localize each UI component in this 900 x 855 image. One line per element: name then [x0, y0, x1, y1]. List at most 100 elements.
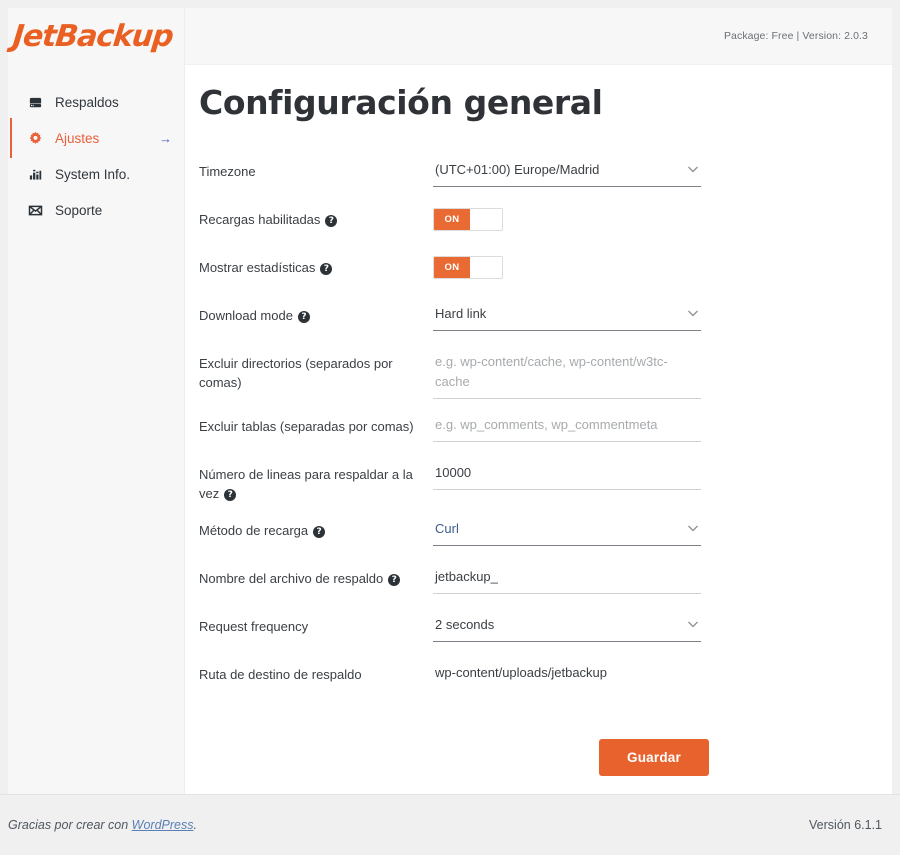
page-title: Configuración general — [199, 83, 603, 122]
jetbackup-logo: JetBackup — [11, 19, 175, 54]
field-label: Download mode? — [199, 302, 433, 325]
save-button[interactable]: Guardar — [599, 739, 709, 776]
help-icon[interactable]: ? — [325, 215, 338, 227]
gear-icon — [28, 131, 50, 146]
field-control: wp-content/uploads/jetbackup — [433, 661, 709, 689]
field-control: jetbackup_ — [433, 565, 709, 594]
package-version-info: Package: Free | Version: 2.0.3 — [723, 30, 868, 42]
settings-form: Timezone (UTC+01:00) Europe/Madrid Recar… — [199, 158, 709, 695]
brand-logo-area: JetBackup — [8, 8, 184, 65]
field-label: Request frequency — [199, 613, 433, 636]
timezone-select[interactable]: (UTC+01:00) Europe/Madrid — [433, 158, 701, 187]
sidebar-item-label: System Info. — [55, 166, 131, 182]
content-area: Package: Free | Version: 2.0.3 Configura… — [185, 8, 892, 794]
field-label: Nombre del archivo de respaldo? — [199, 565, 433, 588]
nombre-del-archivo-input[interactable]: jetbackup_ — [433, 565, 701, 594]
field-control: e.g. wp_comments, wp_commentmeta — [433, 413, 709, 442]
field-label: Excluir directorios (separados por comas… — [199, 350, 433, 392]
footer-credit-prefix: Gracias por crear con — [8, 818, 132, 832]
hard-drive-icon — [28, 95, 50, 110]
excluir-tablas-input[interactable]: e.g. wp_comments, wp_commentmeta — [433, 413, 701, 442]
chevron-down-icon — [685, 161, 701, 177]
label-text: Excluir directorios (separados por comas… — [199, 356, 393, 390]
help-icon[interactable]: ? — [297, 311, 310, 323]
help-icon[interactable]: ? — [224, 489, 237, 501]
download-mode-select[interactable]: Hard link — [433, 302, 701, 331]
field-control: 10000 — [433, 461, 709, 490]
field-row-nombre-del-archivo: Nombre del archivo de respaldo? jetbacku… — [199, 565, 709, 599]
sidebar-item-label: Respaldos — [55, 94, 119, 110]
footer-credit-suffix: . — [193, 818, 197, 832]
bar-chart-icon — [28, 167, 50, 182]
sidebar-item-respaldos[interactable]: Respaldos — [8, 84, 184, 120]
main-card: JetBackup Respaldos Ajustes → System Inf… — [8, 8, 892, 794]
settings-panel: Configuración general Timezone (UTC+01:0… — [185, 65, 892, 776]
field-label: Excluir tablas (separadas por comas) — [199, 413, 433, 436]
field-label: Ruta de destino de respaldo — [199, 661, 433, 684]
request-frequency-value: 2 seconds — [435, 617, 495, 632]
field-control: (UTC+01:00) Europe/Madrid — [433, 158, 709, 187]
metodo-de-recarga-value: Curl — [435, 521, 459, 536]
label-text: Mostrar estadísticas — [199, 260, 316, 275]
toggle-on-label: ON — [434, 209, 470, 230]
label-text: Download mode — [199, 308, 293, 323]
help-icon[interactable]: ? — [388, 574, 401, 586]
sidebar-item-label: Soporte — [55, 202, 103, 218]
field-label: Recargas habilitadas? — [199, 206, 433, 229]
toggle-knob — [470, 257, 502, 278]
sidebar-item-soporte[interactable]: Soporte — [8, 192, 184, 228]
label-text: Timezone — [199, 164, 256, 179]
excluir-directorios-input[interactable]: e.g. wp-content/cache, wp-content/w3tc-c… — [433, 350, 701, 399]
request-frequency-select[interactable]: 2 seconds — [433, 613, 701, 642]
label-text: Request frequency — [199, 619, 309, 634]
app-window: JetBackup Respaldos Ajustes → System Inf… — [0, 0, 900, 855]
field-row-request-frequency: Request frequency 2 seconds — [199, 613, 709, 647]
field-control: 2 seconds — [433, 613, 709, 642]
field-row-recargas-habilitadas: Recargas habilitadas? ON — [199, 206, 709, 240]
sidebar-item-system-info[interactable]: System Info. — [8, 156, 184, 192]
recargas-habilitadas-toggle[interactable]: ON — [433, 208, 503, 231]
label-text: Ruta de destino de respaldo — [199, 667, 362, 682]
field-control: Hard link — [433, 302, 709, 331]
field-row-metodo-de-recarga: Método de recarga? Curl — [199, 517, 709, 551]
wordpress-link[interactable]: WordPress — [132, 818, 194, 832]
field-control: Curl — [433, 517, 709, 546]
sidebar-item-ajustes[interactable]: Ajustes → — [8, 118, 184, 158]
toggle-knob — [470, 209, 502, 230]
toggle-on-label: ON — [434, 257, 470, 278]
field-row-timezone: Timezone (UTC+01:00) Europe/Madrid — [199, 158, 709, 192]
field-row-excluir-tablas: Excluir tablas (separadas por comas) e.g… — [199, 413, 709, 447]
label-text: Método de recarga — [199, 523, 309, 538]
chevron-down-icon — [685, 616, 701, 632]
sidebar: JetBackup Respaldos Ajustes → System Inf… — [8, 8, 185, 794]
mostrar-estadisticas-toggle[interactable]: ON — [433, 256, 503, 279]
download-mode-value: Hard link — [435, 306, 487, 321]
field-label: Método de recarga? — [199, 517, 433, 540]
help-icon[interactable]: ? — [313, 526, 326, 538]
field-control: ON — [433, 206, 709, 231]
envelope-icon — [28, 203, 50, 218]
chevron-down-icon — [685, 520, 701, 536]
label-text: Nombre del archivo de respaldo — [199, 571, 384, 586]
ruta-de-destino-value: wp-content/uploads/jetbackup — [435, 665, 608, 680]
sidebar-item-label: Ajustes — [55, 130, 100, 146]
field-row-numero-de-lineas: Número de lineas para respaldar a la vez… — [199, 461, 709, 503]
timezone-value: (UTC+01:00) Europe/Madrid — [435, 162, 600, 177]
arrow-right-icon: → — [159, 130, 172, 146]
metodo-de-recarga-select[interactable]: Curl — [433, 517, 701, 546]
label-text: Excluir tablas (separadas por comas) — [199, 419, 414, 434]
field-row-excluir-directorios: Excluir directorios (separados por comas… — [199, 350, 709, 399]
field-control: e.g. wp-content/cache, wp-content/w3tc-c… — [433, 350, 709, 399]
footer: Gracias por crear con WordPress. Versión… — [0, 794, 900, 855]
label-text: Recargas habilitadas — [199, 212, 321, 227]
footer-credit: Gracias por crear con WordPress. — [8, 818, 197, 832]
field-row-ruta-de-destino: Ruta de destino de respaldo wp-content/u… — [199, 661, 709, 695]
footer-version: Versión 6.1.1 — [809, 818, 882, 832]
field-label: Número de lineas para respaldar a la vez… — [199, 461, 433, 503]
field-label: Timezone — [199, 158, 433, 181]
field-row-mostrar-estadisticas: Mostrar estadísticas? ON — [199, 254, 709, 288]
field-row-download-mode: Download mode? Hard link — [199, 302, 709, 336]
chevron-down-icon — [685, 305, 701, 321]
numero-de-lineas-input[interactable]: 10000 — [433, 461, 701, 490]
help-icon[interactable]: ? — [320, 263, 333, 275]
